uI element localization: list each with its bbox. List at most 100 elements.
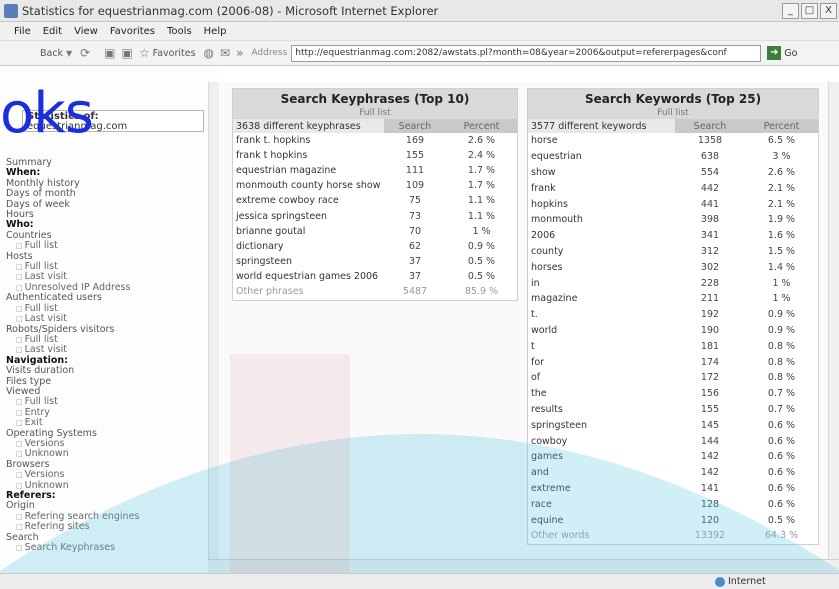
horizontal-scrollbar[interactable] bbox=[208, 559, 839, 573]
table-row: games 142 0.6 % bbox=[528, 449, 818, 465]
stop-icon[interactable]: ▣ bbox=[104, 46, 115, 60]
cell-label: horses bbox=[531, 261, 563, 273]
cell-search: 75 bbox=[408, 195, 422, 207]
table-row: hopkins 441 2.1 % bbox=[528, 196, 818, 212]
cell-percent: 1.4 % bbox=[767, 261, 796, 273]
cell-percent: 6.5 % bbox=[767, 135, 796, 147]
content-area: Statistics of: equestrianmag.com Summary… bbox=[0, 66, 839, 573]
cell-percent: 2.6 % bbox=[467, 134, 496, 146]
mail-icon[interactable]: ✉ bbox=[220, 46, 230, 60]
menu-edit[interactable]: Edit bbox=[43, 26, 62, 37]
minimize-button[interactable]: _ bbox=[782, 3, 799, 19]
menu-tools[interactable]: Tools bbox=[167, 26, 192, 37]
cell-percent: 1.7 % bbox=[467, 164, 496, 176]
refresh-icon[interactable]: ▣ bbox=[122, 46, 133, 60]
more-chevron-icon[interactable]: » bbox=[236, 46, 243, 60]
cell-search: 73 bbox=[408, 210, 422, 222]
close-button[interactable]: X bbox=[820, 3, 837, 19]
nav-link[interactable]: Days of week bbox=[6, 199, 204, 210]
cell-label: of bbox=[531, 372, 541, 384]
main-frame: Search Keyphrases (Top 10) Full list 363… bbox=[219, 82, 828, 559]
table-row: springsteen 145 0.6 % bbox=[528, 417, 818, 433]
favorites-button[interactable]: ☆ Favorites bbox=[139, 46, 196, 60]
cell-search: 141 bbox=[700, 482, 720, 494]
nav-section-heading: Referers: bbox=[6, 490, 56, 501]
keywords-full-list-link[interactable]: Full list bbox=[528, 108, 818, 118]
cell-search: 174 bbox=[700, 356, 720, 368]
nav-link[interactable]: Last visit bbox=[6, 313, 204, 324]
table-header-row: 3577 different keywords Search Percent bbox=[528, 119, 818, 133]
cell-search: 145 bbox=[700, 419, 720, 431]
cell-percent: 1.5 % bbox=[767, 245, 796, 257]
cell-label: and bbox=[531, 467, 549, 479]
cell-percent: 3 % bbox=[772, 151, 791, 163]
main-scrollbar[interactable] bbox=[828, 82, 839, 559]
menu-help[interactable]: Help bbox=[204, 26, 227, 37]
cell-label: dictionary bbox=[236, 240, 284, 252]
table-row: cowboy 144 0.6 % bbox=[528, 433, 818, 449]
cell-label: frank t. hopkins bbox=[236, 134, 311, 146]
cell-label: show bbox=[531, 166, 556, 178]
left-scrollbar[interactable] bbox=[208, 82, 219, 559]
keywords-panel: Search Keywords (Top 25) Full list 3577 … bbox=[527, 88, 819, 545]
cell-label: cowboy bbox=[531, 435, 568, 447]
cell-percent: 1 % bbox=[772, 277, 791, 289]
go-button[interactable]: ➜ Go bbox=[767, 46, 797, 60]
nav-link[interactable]: Full list bbox=[6, 240, 204, 251]
nav-link[interactable]: Search Keyphrases bbox=[6, 542, 204, 553]
menu-view[interactable]: View bbox=[74, 26, 98, 37]
maximize-button[interactable]: □ bbox=[801, 3, 818, 19]
cell-search: 156 bbox=[700, 388, 720, 400]
nav-link[interactable]: Exit bbox=[6, 417, 204, 428]
nav-link[interactable]: Visits duration bbox=[6, 365, 204, 376]
menu-bar: File Edit View Favorites Tools Help bbox=[0, 22, 839, 40]
cell-label: springsteen bbox=[236, 256, 292, 268]
go-label: Go bbox=[784, 47, 798, 59]
cell-percent: 0.9 % bbox=[467, 240, 496, 252]
col-search: Search bbox=[675, 119, 745, 133]
cell-percent: 2.6 % bbox=[767, 166, 796, 178]
nav-link[interactable]: Hours bbox=[6, 209, 204, 220]
cell-percent: 0.5 % bbox=[467, 256, 496, 268]
nav-menu: Summary When: Monthly history Days of month… bbox=[6, 157, 204, 553]
cell-label: hopkins bbox=[531, 198, 568, 210]
cell-search: 398 bbox=[700, 214, 720, 226]
cell-label: Other phrases bbox=[236, 286, 304, 298]
go-arrow-icon: ➜ bbox=[767, 46, 782, 60]
forward-icon[interactable]: ⟳ bbox=[80, 46, 90, 60]
security-zone: Internet bbox=[715, 576, 766, 587]
cell-label: world equestrian games 2006 bbox=[236, 271, 379, 283]
cell-search: 1358 bbox=[697, 135, 723, 147]
table-row: world equestrian games 2006 37 0.5 % bbox=[233, 270, 517, 285]
table-row: horse 1358 6.5 % bbox=[528, 133, 818, 149]
cell-label: brianne goutal bbox=[236, 225, 306, 237]
cell-search: 192 bbox=[700, 309, 720, 321]
table-row: monmouth county horse show 109 1.7 % bbox=[233, 179, 517, 194]
cell-percent: 0.5 % bbox=[767, 514, 796, 526]
keywords-title: Search Keywords (Top 25) bbox=[584, 92, 762, 106]
keyphrases-title: Search Keyphrases (Top 10) bbox=[280, 92, 470, 106]
cell-search: 109 bbox=[405, 180, 425, 192]
cell-label: in bbox=[531, 277, 540, 289]
cell-percent: 1.1 % bbox=[467, 210, 496, 222]
cell-percent: 64.3 % bbox=[764, 530, 799, 542]
table-row: t. 192 0.9 % bbox=[528, 307, 818, 323]
cell-search: 70 bbox=[408, 225, 422, 237]
back-button[interactable]: Back ▾ bbox=[40, 46, 72, 60]
table-row: equestrian 638 3 % bbox=[528, 149, 818, 165]
media-icon[interactable]: ◍ bbox=[204, 46, 214, 60]
keyphrases-full-list-link[interactable]: Full list bbox=[233, 108, 517, 118]
cell-search: 172 bbox=[700, 372, 720, 384]
col-keyphrase: 3638 different keyphrases bbox=[233, 119, 384, 133]
cell-label: for bbox=[531, 356, 545, 368]
menu-favorites[interactable]: Favorites bbox=[110, 26, 155, 37]
cell-label: Other words bbox=[531, 530, 590, 542]
cell-search: 341 bbox=[700, 230, 720, 242]
menu-file[interactable]: File bbox=[14, 26, 31, 37]
cell-search: 13392 bbox=[694, 530, 726, 542]
address-bar[interactable]: http://equestrianmag.com:2082/awstats.pl… bbox=[291, 44, 762, 62]
cell-percent: 0.7 % bbox=[767, 403, 796, 415]
cell-search: 144 bbox=[700, 435, 720, 447]
cell-label: monmouth bbox=[531, 214, 583, 226]
cell-search: 120 bbox=[700, 514, 720, 526]
